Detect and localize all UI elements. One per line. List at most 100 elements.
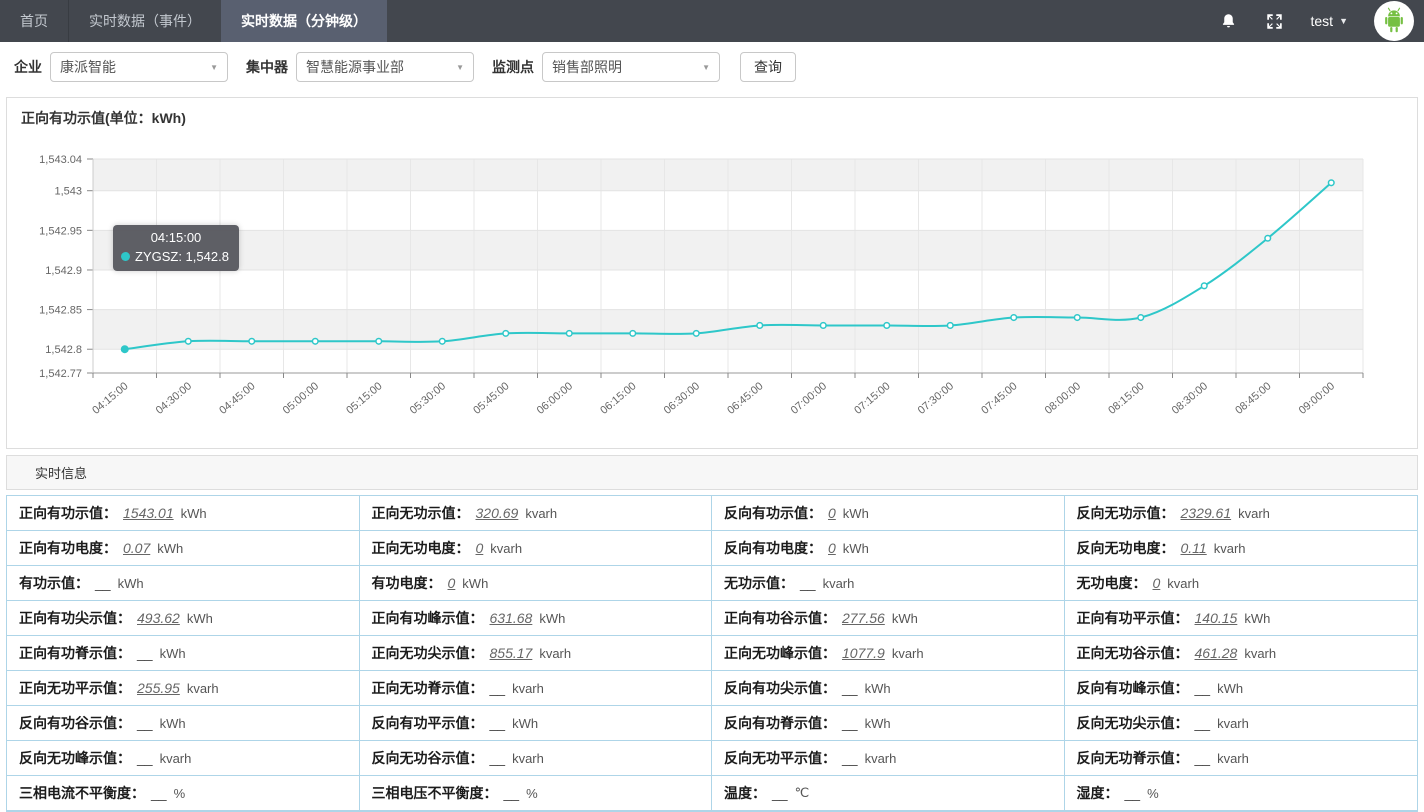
svg-text:08:45:00: 08:45:00 (1233, 380, 1274, 417)
table-cell: 反向有功电度：0kWh (712, 531, 1065, 566)
table-cell: 正向有功脊示值：__kWh (7, 636, 360, 671)
table-cell: 反向有功峰示值：__kWh (1065, 671, 1418, 706)
top-navbar: 首页实时数据（事件）实时数据（分钟级） test ▼ (0, 0, 1424, 42)
svg-text:06:00:00: 06:00:00 (535, 380, 576, 417)
cell-unit: kvarh (1217, 751, 1249, 766)
concentrator-select[interactable]: 智慧能源事业部 ▼ (296, 52, 474, 82)
cell-value[interactable]: 1543.01 (123, 505, 174, 521)
svg-text:1,542.85: 1,542.85 (39, 305, 82, 317)
cell-label: 正向有功脊示值： (19, 643, 131, 663)
cell-value: __ (151, 785, 167, 801)
svg-text:1,543.04: 1,543.04 (39, 154, 82, 166)
svg-text:08:15:00: 08:15:00 (1106, 380, 1147, 417)
table-cell: 正向无功示值：320.69kvarh (360, 496, 713, 531)
cell-value[interactable]: 2329.61 (1181, 505, 1232, 521)
cell-value[interactable]: 277.56 (842, 610, 885, 626)
svg-text:1,542.8: 1,542.8 (45, 344, 82, 356)
cell-value[interactable]: 0 (448, 575, 456, 591)
cell-label: 反向有功示值： (724, 503, 822, 523)
cell-label: 正向无功电度： (372, 538, 470, 558)
table-cell: 正向无功电度：0kvarh (360, 531, 713, 566)
bell-icon[interactable] (1219, 11, 1239, 31)
cell-value[interactable]: 0 (1153, 575, 1161, 591)
table-cell: 反向有功谷示值：__kWh (7, 706, 360, 741)
cell-value[interactable]: 0 (828, 540, 836, 556)
cell-unit: kWh (539, 611, 565, 626)
cell-value[interactable]: 255.95 (137, 680, 180, 696)
chevron-down-icon: ▼ (210, 63, 218, 72)
cell-unit: kWh (1244, 611, 1270, 626)
svg-text:07:30:00: 07:30:00 (916, 380, 957, 417)
nav-tabs: 首页实时数据（事件）实时数据（分钟级） (0, 0, 387, 42)
chevron-down-icon: ▼ (702, 63, 710, 72)
query-button[interactable]: 查询 (740, 52, 796, 82)
cell-unit: kWh (462, 576, 488, 591)
svg-text:1,542.9: 1,542.9 (45, 265, 82, 277)
cell-label: 反向无功谷示值： (372, 748, 484, 768)
cell-label: 反向无功尖示值： (1077, 713, 1189, 733)
monitor-point-select[interactable]: 销售部照明 ▼ (542, 52, 720, 82)
fullscreen-icon[interactable] (1265, 11, 1285, 31)
cell-unit: kWh (157, 541, 183, 556)
cell-value: __ (842, 680, 858, 696)
cell-label: 反向有功平示值： (372, 713, 484, 733)
cell-unit: kvarh (865, 751, 897, 766)
table-cell: 无功示值：__kvarh (712, 566, 1065, 601)
cell-unit: kvarh (1214, 541, 1246, 556)
tooltip-entry: ZYGSZ: 1,542.8 (135, 249, 229, 264)
svg-text:08:30:00: 08:30:00 (1170, 380, 1211, 417)
enterprise-value: 康派智能 (60, 57, 116, 77)
cell-value[interactable]: 855.17 (490, 645, 533, 661)
cell-label: 反向有功脊示值： (724, 713, 836, 733)
table-cell: 湿度：__% (1065, 776, 1418, 811)
cell-unit: kWh (843, 541, 869, 556)
user-menu[interactable]: test ▼ (1311, 13, 1349, 29)
svg-text:05:30:00: 05:30:00 (408, 380, 449, 417)
cell-unit: kvarh (1217, 716, 1249, 731)
cell-value[interactable]: 493.62 (137, 610, 180, 626)
svg-text:08:00:00: 08:00:00 (1043, 380, 1084, 417)
cell-unit: kvarh (823, 576, 855, 591)
cell-label: 正向有功电度： (19, 538, 117, 558)
cell-label: 三相电流不平衡度： (19, 783, 145, 803)
cell-value: __ (800, 575, 816, 591)
cell-unit: kvarh (160, 751, 192, 766)
table-cell: 正向有功电度： 0.07 kWh (7, 531, 360, 566)
svg-text:04:30:00: 04:30:00 (154, 380, 195, 417)
cell-label: 反向无功脊示值： (1077, 748, 1189, 768)
cell-label: 反向无功峰示值： (19, 748, 131, 768)
svg-text:1,543: 1,543 (54, 186, 82, 198)
cell-unit: kWh (865, 716, 891, 731)
cell-value: __ (772, 785, 788, 801)
cell-value[interactable]: 140.15 (1195, 610, 1238, 626)
cell-label: 反向有功尖示值： (724, 678, 836, 698)
cell-unit: kWh (865, 681, 891, 696)
tab-realtime-minute[interactable]: 实时数据（分钟级） (221, 0, 387, 42)
realtime-line-chart[interactable]: 1,543.04 1,543 1,542.95 1,542.9 1,542.85 1,54… (7, 98, 1417, 446)
svg-text:06:15:00: 06:15:00 (598, 380, 639, 417)
enterprise-select[interactable]: 康派智能 ▼ (50, 52, 228, 82)
cell-unit: kWh (160, 646, 186, 661)
cell-value: __ (490, 715, 506, 731)
cell-value[interactable]: 0 (828, 505, 836, 521)
cell-value[interactable]: 0.11 (1181, 540, 1207, 556)
avatar[interactable] (1374, 1, 1414, 41)
cell-label: 三相电压不平衡度： (372, 783, 498, 803)
table-cell: 反向无功峰示值：__kvarh (7, 741, 360, 776)
cell-value[interactable]: 0.07 (123, 540, 150, 556)
cell-unit: kvarh (892, 646, 924, 661)
table-cell: 反向有功尖示值： __ kWh (712, 671, 1065, 706)
tab-home[interactable]: 首页 (0, 0, 68, 42)
cell-value[interactable]: 320.69 (476, 505, 519, 521)
table-cell: 正向有功示值：1543.01kWh (7, 496, 360, 531)
table-cell: 正向无功峰示值： 1077.9 kvarh (712, 636, 1065, 671)
cell-value[interactable]: 1077.9 (842, 645, 885, 661)
cell-label: 正向无功峰示值： (724, 643, 836, 663)
svg-text:1,542.95: 1,542.95 (39, 225, 82, 237)
cell-value[interactable]: 0 (476, 540, 484, 556)
realtime-table: 正向有功示值：1543.01kWh正向无功示值：320.69kvarh 反向有功示… (6, 495, 1418, 812)
tab-realtime-event[interactable]: 实时数据（事件） (68, 0, 221, 42)
cell-value[interactable]: 631.68 (490, 610, 533, 626)
table-cell: 反向无功尖示值：__kvarh (1065, 706, 1418, 741)
cell-value[interactable]: 461.28 (1195, 645, 1238, 661)
